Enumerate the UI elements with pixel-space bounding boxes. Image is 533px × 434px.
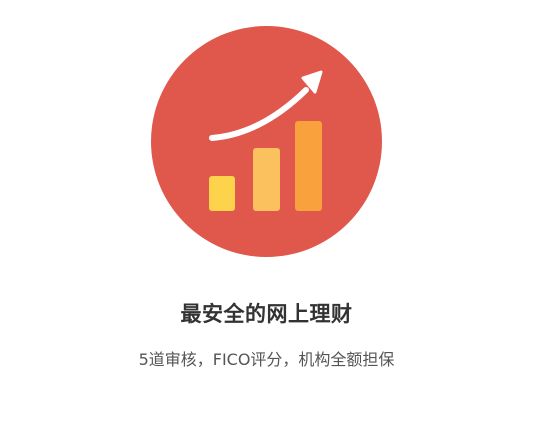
feature-title: 最安全的网上理财	[180, 302, 353, 326]
feature-card: 最安全的网上理财 5道审核，FICO评分，机构全额担保	[0, 0, 533, 434]
bar-large	[295, 121, 322, 211]
growth-chart-icon	[151, 26, 382, 257]
bar-small	[209, 176, 235, 211]
feature-description: 5道审核，FICO评分，机构全额担保	[138, 350, 395, 369]
emblem-circle	[151, 26, 382, 257]
bar-medium	[253, 148, 280, 211]
